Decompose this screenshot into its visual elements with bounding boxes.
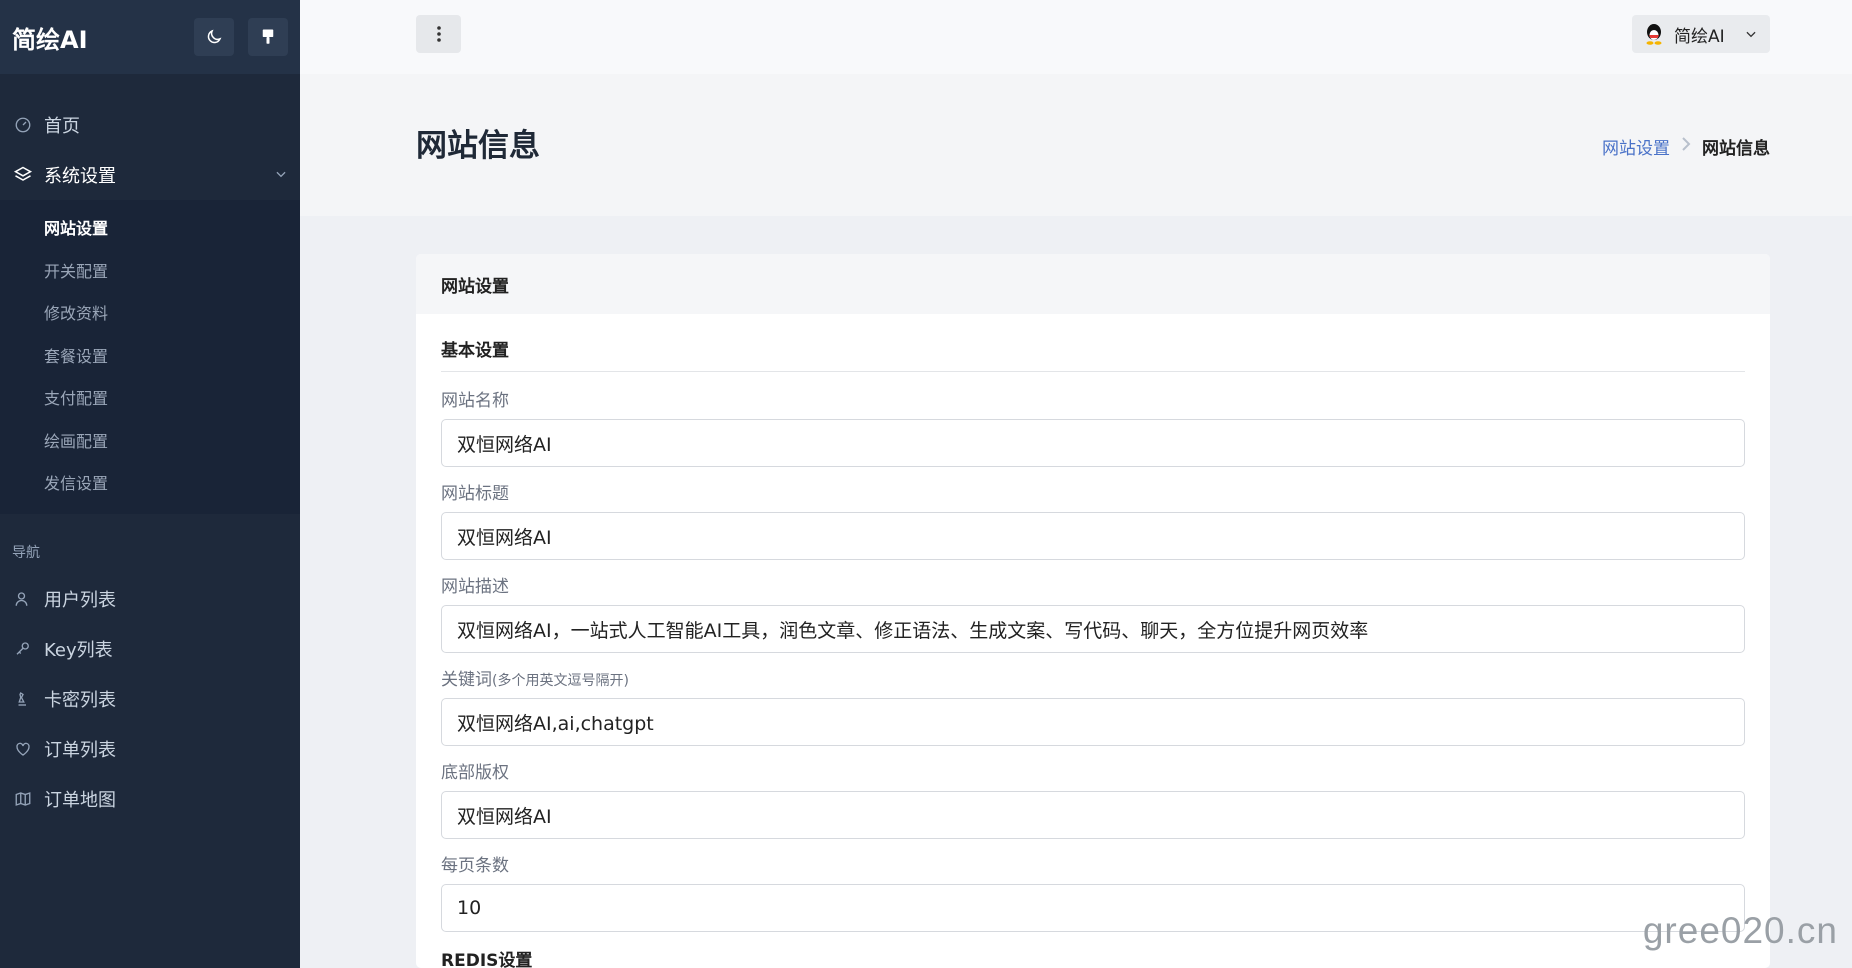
submenu-item-mail-settings[interactable]: 发信设置 <box>0 461 300 504</box>
sidebar: 简绘AI 首页 系统设置 网站设置 开关配置 修改资料 套餐设置 支付配置 绘画… <box>0 0 300 968</box>
avatar <box>1646 24 1662 45</box>
sidebar-item-user-list[interactable]: 用户列表 <box>0 574 300 624</box>
field-label: 网站描述 <box>441 572 1745 597</box>
field-keywords: 关键词(多个用英文逗号隔开) <box>441 665 1745 746</box>
field-site-title: 网站标题 <box>441 479 1745 560</box>
field-hint: (多个用英文逗号隔开) <box>492 673 629 689</box>
map-icon <box>12 788 34 810</box>
sidebar-item-label: 卡密列表 <box>44 689 116 711</box>
dashboard-icon <box>12 114 34 136</box>
field-label-text: 网站描述 <box>441 577 509 597</box>
breadcrumb-parent-link[interactable]: 网站设置 <box>1602 134 1670 159</box>
users-icon <box>12 588 34 610</box>
sidebar-item-card-list[interactable]: 卡密列表 <box>0 674 300 724</box>
field-label-text: 网站标题 <box>441 484 509 504</box>
sidebar-item-label: 订单地图 <box>44 789 116 811</box>
brand-logo[interactable]: 简绘AI <box>12 20 180 55</box>
submenu-item-package-settings[interactable]: 套餐设置 <box>0 334 300 377</box>
chess-icon <box>12 688 34 710</box>
layers-icon <box>12 164 34 186</box>
site-title-input[interactable] <box>441 512 1745 560</box>
breadcrumb-separator-icon <box>1680 136 1692 157</box>
sidebar-item-home[interactable]: 首页 <box>0 100 300 150</box>
theme-brush-button[interactable] <box>248 18 288 56</box>
topbar: 简绘AI <box>300 0 1852 74</box>
brush-icon <box>262 29 274 44</box>
moon-icon <box>207 29 222 44</box>
sidebar-item-label: 订单列表 <box>44 739 116 761</box>
field-label-text: 关键词 <box>441 670 492 690</box>
field-label: 底部版权 <box>441 758 1745 783</box>
field-page-size: 每页条数 <box>441 851 1745 932</box>
chevron-down-icon <box>1746 31 1756 38</box>
keywords-input[interactable] <box>441 698 1745 746</box>
field-label-text: 网站名称 <box>441 391 509 411</box>
basic-settings-heading: 基本设置 <box>441 336 1745 372</box>
user-name: 简绘AI <box>1674 26 1725 47</box>
key-icon <box>12 638 34 660</box>
sidebar-item-label: 系统设置 <box>44 166 116 187</box>
card-title: 网站设置 <box>416 254 1770 314</box>
redis-settings-heading: REDIS设置 <box>441 951 533 968</box>
page-size-input[interactable] <box>441 884 1745 932</box>
heart-icon <box>12 738 34 760</box>
breadcrumb-current: 网站信息 <box>1702 139 1770 159</box>
chevron-down-icon <box>274 165 288 186</box>
submenu-item-edit-profile[interactable]: 修改资料 <box>0 291 300 334</box>
watermark: gree020.cn <box>1642 910 1838 951</box>
field-label: 网站标题 <box>441 479 1745 504</box>
field-footer-copyright: 底部版权 <box>441 758 1745 839</box>
more-vertical-icon <box>436 26 441 42</box>
field-site-name: 网站名称 <box>441 386 1745 467</box>
field-label-text: 底部版权 <box>441 763 509 783</box>
sidebar-item-label: 用户列表 <box>44 589 116 611</box>
breadcrumb: 网站设置 网站信息 <box>1602 134 1770 159</box>
sidebar-item-system-settings[interactable]: 系统设置 <box>0 150 300 200</box>
field-label: 关键词(多个用英文逗号隔开) <box>441 665 1745 690</box>
nav-section-title: 导航 <box>12 544 40 561</box>
submenu-item-drawing-config[interactable]: 绘画配置 <box>0 419 300 462</box>
field-label-text: 每页条数 <box>441 856 509 876</box>
field-label: 每页条数 <box>441 851 1745 876</box>
sidebar-header: 简绘AI <box>0 0 300 74</box>
site-name-input[interactable] <box>441 419 1745 467</box>
footer-copyright-input[interactable] <box>441 791 1745 839</box>
sidebar-item-order-map[interactable]: 订单地图 <box>0 774 300 824</box>
sidebar-nav: 首页 系统设置 网站设置 开关配置 修改资料 套餐设置 支付配置 绘画配置 发信… <box>0 74 300 824</box>
sidebar-item-label: Key列表 <box>44 639 113 661</box>
site-description-input[interactable] <box>441 605 1745 653</box>
submenu-item-site-settings[interactable]: 网站设置 <box>0 206 300 249</box>
submenu-item-switch-config[interactable]: 开关配置 <box>0 249 300 292</box>
settings-form: 基本设置 网站名称 网站标题 网站描述 关键词(多个用英文逗号隔开) 底部版权 … <box>416 314 1770 968</box>
field-label: 网站名称 <box>441 386 1745 411</box>
sidebar-item-order-list[interactable]: 订单列表 <box>0 724 300 774</box>
dark-mode-toggle[interactable] <box>194 18 234 56</box>
user-menu-button[interactable]: 简绘AI <box>1632 15 1770 53</box>
page-header: 网站信息 网站设置 网站信息 <box>300 74 1852 216</box>
sidebar-item-key-list[interactable]: Key列表 <box>0 624 300 674</box>
more-menu-button[interactable] <box>416 15 461 53</box>
submenu-item-payment-config[interactable]: 支付配置 <box>0 376 300 419</box>
site-settings-card: 网站设置 基本设置 网站名称 网站标题 网站描述 关键词(多个用英文逗号隔开) … <box>416 254 1770 968</box>
sidebar-item-label: 首页 <box>44 116 80 137</box>
field-site-description: 网站描述 <box>441 572 1745 653</box>
system-settings-submenu: 网站设置 开关配置 修改资料 套餐设置 支付配置 绘画配置 发信设置 <box>0 200 300 514</box>
page-title: 网站信息 <box>416 128 540 164</box>
